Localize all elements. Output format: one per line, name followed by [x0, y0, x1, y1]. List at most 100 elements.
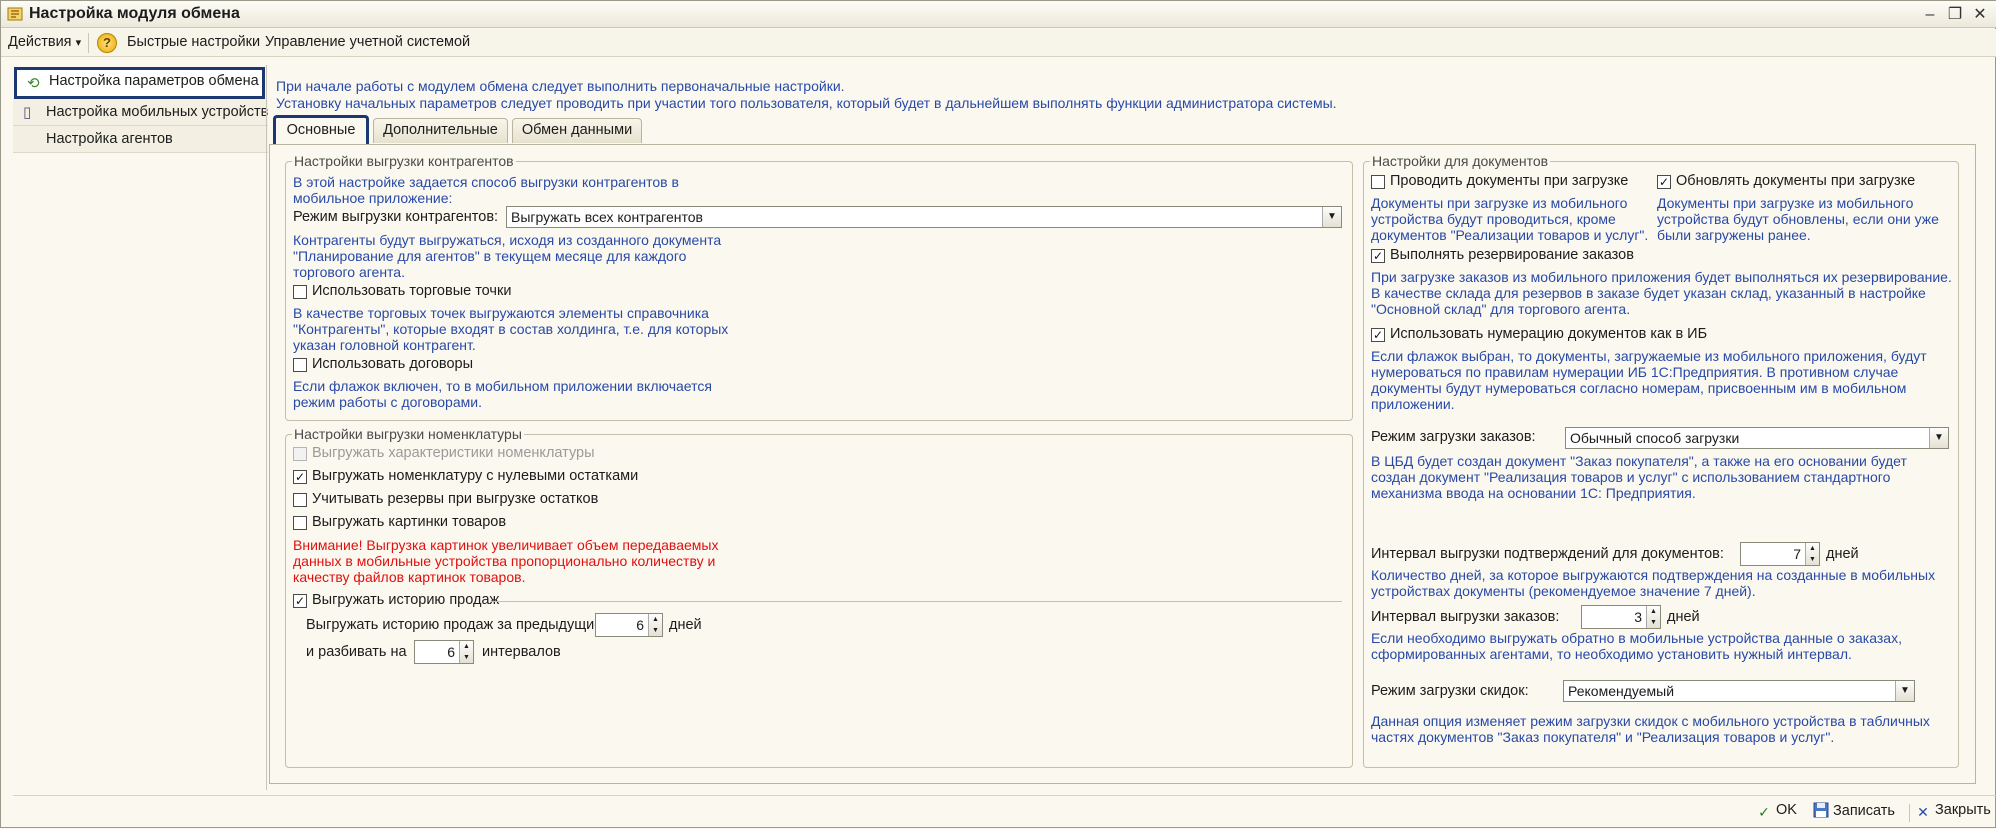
outlets-checkbox[interactable]	[293, 285, 307, 299]
characteristics-label: Выгружать характеристики номенклатуры	[312, 445, 595, 461]
orders-interval-input[interactable]: 3 ▲ ▼	[1581, 605, 1661, 629]
images-checkbox[interactable]	[293, 516, 307, 530]
numbering-desc-3: документы будут нумероваться согласно но…	[1371, 380, 1907, 396]
reserve-orders-label[interactable]: Выполнять резервирование заказов	[1390, 247, 1634, 263]
sidebar: ⟲ Настройка параметров обмена ▯ Настройк…	[13, 65, 268, 790]
save-disk-icon	[1813, 802, 1829, 818]
orders-mode-value: Обычный способ загрузки	[1570, 430, 1740, 446]
intervals-unit: интервалов	[482, 644, 561, 660]
minimize-button[interactable]: –	[1919, 5, 1941, 25]
post-documents-desc-3: документов "Реализации товаров и услуг".	[1371, 227, 1649, 243]
reserves-label[interactable]: Учитывать резервы при выгрузке остатков	[312, 491, 598, 507]
spin-down-icon[interactable]: ▼	[649, 625, 662, 636]
quick-settings-menu[interactable]: Быстрые настройки	[127, 34, 260, 50]
history-label[interactable]: Выгружать историю продаж	[312, 592, 499, 608]
intervals-label: и разбивать на	[306, 644, 407, 660]
dropdown-arrow-icon[interactable]: ▼	[1322, 207, 1341, 227]
spin-buttons[interactable]: ▲ ▼	[459, 641, 473, 663]
orders-interval-value: 3	[1634, 609, 1642, 625]
mobile-device-icon: ▯	[23, 104, 32, 121]
discounts-mode-select[interactable]: Рекомендуемый ▼	[1563, 680, 1915, 702]
sidebar-item-agents[interactable]: Настройка агентов	[13, 126, 268, 153]
tab-main[interactable]: Основные	[273, 115, 369, 145]
orders-interval-label: Интервал выгрузки заказов:	[1371, 609, 1560, 625]
post-documents-checkbox[interactable]	[1371, 175, 1385, 189]
save-button[interactable]: Записать	[1813, 802, 1895, 819]
history-prev-days-input[interactable]: 6 ▲ ▼	[595, 613, 663, 637]
intervals-input[interactable]: 6 ▲ ▼	[414, 640, 474, 664]
history-prev-label: Выгружать историю продаж за предыдущие	[306, 617, 603, 633]
contractors-mode-select[interactable]: Выгружать всех контрагентов ▼	[506, 206, 1342, 228]
numbering-desc-1: Если флажок выбран, то документы, загруж…	[1371, 348, 1927, 364]
close-button-label: Закрыть	[1935, 802, 1991, 818]
save-button-label: Записать	[1833, 803, 1895, 819]
confirm-interval-desc-1: Количество дней, за которое выгружаются …	[1371, 567, 1936, 583]
zero-stock-checkbox[interactable]: ✓	[293, 470, 307, 484]
spin-up-icon[interactable]: ▲	[1806, 543, 1819, 554]
history-prev-days-value: 6	[636, 617, 644, 633]
spin-buttons[interactable]: ▲ ▼	[1646, 606, 1660, 628]
dropdown-arrow-icon[interactable]: ▼	[1929, 428, 1948, 448]
numbering-label[interactable]: Использовать нумерацию документов как в …	[1390, 326, 1707, 342]
sidebar-item-exchange-params[interactable]: ⟲ Настройка параметров обмена	[14, 67, 265, 99]
outlets-label[interactable]: Использовать торговые точки	[312, 283, 511, 299]
spin-down-icon[interactable]: ▼	[1806, 554, 1819, 565]
confirm-interval-label: Интервал выгрузки подтверждений для доку…	[1371, 546, 1724, 562]
reserve-orders-checkbox[interactable]: ✓	[1371, 249, 1385, 263]
maximize-button[interactable]: ❐	[1944, 5, 1966, 25]
update-documents-desc-1: Документы при загрузке из мобильного	[1657, 195, 1914, 211]
outlets-desc-3: указан головной контрагент.	[293, 337, 476, 353]
actions-menu[interactable]: Действия ▾	[8, 34, 81, 50]
tab-data-exchange[interactable]: Обмен данными	[512, 118, 642, 143]
menu-bar: Действия ▾ ? Быстрые настройки Управлени…	[1, 29, 1996, 57]
spin-down-icon[interactable]: ▼	[460, 652, 473, 663]
spin-buttons[interactable]: ▲ ▼	[648, 614, 662, 636]
sidebar-item-label: Настройка агентов	[46, 131, 173, 147]
documents-group-title: Настройки для документов	[1372, 153, 1549, 169]
close-window-button[interactable]: ✕	[1969, 5, 1991, 25]
reserve-orders-desc-2: В качестве склада для резервов в заказе …	[1371, 285, 1926, 301]
orders-mode-select[interactable]: Обычный способ загрузки ▼	[1565, 427, 1949, 449]
confirm-interval-input[interactable]: 7 ▲ ▼	[1740, 542, 1820, 566]
spin-up-icon[interactable]: ▲	[1647, 606, 1660, 617]
actions-menu-label: Действия	[8, 34, 72, 50]
orders-mode-desc-1: В ЦБД будет создан документ "Заказ покуп…	[1371, 453, 1907, 469]
dropdown-arrow-icon[interactable]: ▼	[1895, 681, 1914, 701]
close-icon: ✕	[1917, 804, 1929, 820]
spin-down-icon[interactable]: ▼	[1647, 617, 1660, 628]
images-label[interactable]: Выгружать картинки товаров	[312, 514, 506, 530]
spin-up-icon[interactable]: ▲	[460, 641, 473, 652]
characteristics-checkbox	[293, 447, 307, 461]
ok-button[interactable]: ✓ OK	[1756, 802, 1797, 820]
sidebar-item-mobile-devices[interactable]: ▯ Настройка мобильных устройств	[13, 99, 268, 126]
contracts-checkbox[interactable]	[293, 358, 307, 372]
contractors-desc-1: В этой настройке задается способ выгрузк…	[293, 174, 679, 190]
contracts-label[interactable]: Использовать договоры	[312, 356, 473, 372]
tab-panel-main: Настройки выгрузки контрагентов В этой н…	[269, 144, 1976, 784]
accounting-system-menu[interactable]: Управление учетной системой	[265, 34, 470, 50]
update-documents-label[interactable]: Обновлять документы при загрузке	[1676, 173, 1915, 189]
discounts-mode-value: Рекомендуемый	[1568, 683, 1675, 699]
help-icon[interactable]: ?	[97, 33, 117, 53]
contractors-mode-desc-2: "Планирование для агентов" в текущем мес…	[293, 248, 687, 264]
footer-separator	[1909, 804, 1910, 822]
intervals-value: 6	[447, 644, 455, 660]
reserves-checkbox[interactable]	[293, 493, 307, 507]
discounts-mode-desc-1: Данная опция изменяет режим загрузки ски…	[1371, 713, 1930, 729]
images-warning-2: данных в мобильные устройства пропорцион…	[293, 553, 716, 569]
close-button[interactable]: ✕ Закрыть	[1915, 802, 1991, 820]
post-documents-desc-2: устройства будут проводиться, кроме	[1371, 211, 1616, 227]
update-documents-checkbox[interactable]: ✓	[1657, 175, 1671, 189]
numbering-checkbox[interactable]: ✓	[1371, 328, 1385, 342]
spin-buttons[interactable]: ▲ ▼	[1805, 543, 1819, 565]
post-documents-label[interactable]: Проводить документы при загрузке	[1390, 173, 1628, 189]
tab-additional[interactable]: Дополнительные	[373, 118, 508, 143]
contractors-group-title: Настройки выгрузки контрагентов	[294, 153, 514, 169]
history-checkbox[interactable]: ✓	[293, 594, 307, 608]
chevron-down-icon: ▾	[75, 37, 82, 49]
reserve-orders-desc-3: "Основной склад" для торгового агента.	[1371, 301, 1631, 317]
spin-up-icon[interactable]: ▲	[649, 614, 662, 625]
info-line-1: При начале работы с модулем обмена следу…	[276, 78, 845, 94]
footer-bar: ✓ OK Записать ✕ Закрыть	[13, 795, 1996, 829]
zero-stock-label[interactable]: Выгружать номенклатуру с нулевыми остатк…	[312, 468, 638, 484]
